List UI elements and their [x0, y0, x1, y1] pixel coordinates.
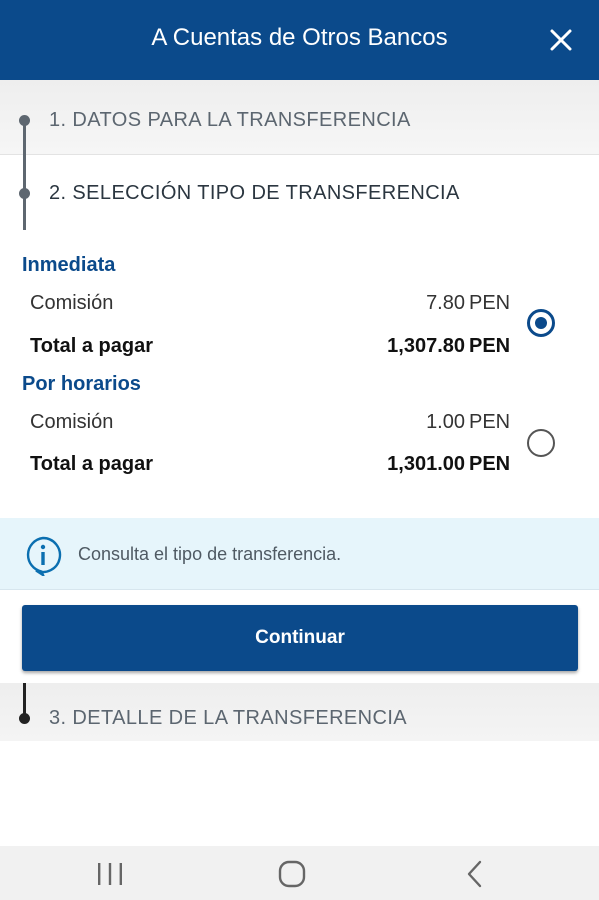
back-icon — [467, 860, 482, 888]
page-title: A Cuentas de Otros Bancos — [151, 24, 448, 51]
total-currency: PEN — [469, 335, 511, 357]
continue-button[interactable]: Continuar — [22, 605, 578, 671]
step-dot — [19, 713, 30, 724]
total-label: Total a pagar — [30, 335, 153, 357]
commission-label: Comisión — [30, 292, 114, 314]
info-text: Consulta el tipo de transferencia. — [78, 544, 342, 564]
total-label: Total a pagar — [30, 453, 153, 475]
step-datos-transferencia[interactable]: 1. DATOS PARA LA TRANSFERENCIA — [0, 80, 599, 155]
recents-button[interactable] — [80, 854, 140, 894]
step-label: 3. DETALLE DE LA TRANSFERENCIA — [49, 707, 408, 729]
app-bar: A Cuentas de Otros Bancos — [0, 0, 599, 80]
system-nav-bar — [0, 846, 599, 900]
total-currency: PEN — [469, 453, 511, 475]
option-title: Inmediata — [22, 254, 116, 276]
commission-label: Comisión — [30, 411, 114, 433]
commission-currency: PEN — [469, 411, 511, 433]
total-amount: 1,301.00 — [387, 453, 465, 475]
recents-icon — [98, 863, 122, 885]
step-dot — [19, 188, 30, 199]
step-label: 1. DATOS PARA LA TRANSFERENCIA — [49, 109, 411, 131]
commission-amount: 7.80 — [426, 292, 465, 314]
step-dot — [19, 115, 30, 126]
info-banner: Consulta el tipo de transferencia. — [0, 518, 599, 590]
home-button[interactable] — [262, 854, 322, 894]
total-amount: 1,307.80 — [387, 335, 465, 357]
info-icon — [26, 536, 62, 576]
option-title: Por horarios — [22, 373, 141, 395]
close-button[interactable] — [541, 22, 581, 58]
step-connector — [23, 120, 26, 230]
radio-por-horarios[interactable] — [527, 429, 555, 457]
step-seleccion-tipo[interactable]: 2. SELECCIÓN TIPO DE TRANSFERENCIA — [0, 155, 599, 233]
close-icon — [550, 29, 572, 51]
commission-currency: PEN — [469, 292, 511, 314]
radio-inmediata[interactable] — [527, 309, 555, 337]
step-label: 2. SELECCIÓN TIPO DE TRANSFERENCIA — [49, 182, 460, 204]
commission-amount: 1.00 — [426, 411, 465, 433]
home-icon — [278, 860, 306, 888]
back-button[interactable] — [445, 854, 505, 894]
step-detalle-transferencia[interactable]: 3. DETALLE DE LA TRANSFERENCIA — [0, 683, 599, 741]
